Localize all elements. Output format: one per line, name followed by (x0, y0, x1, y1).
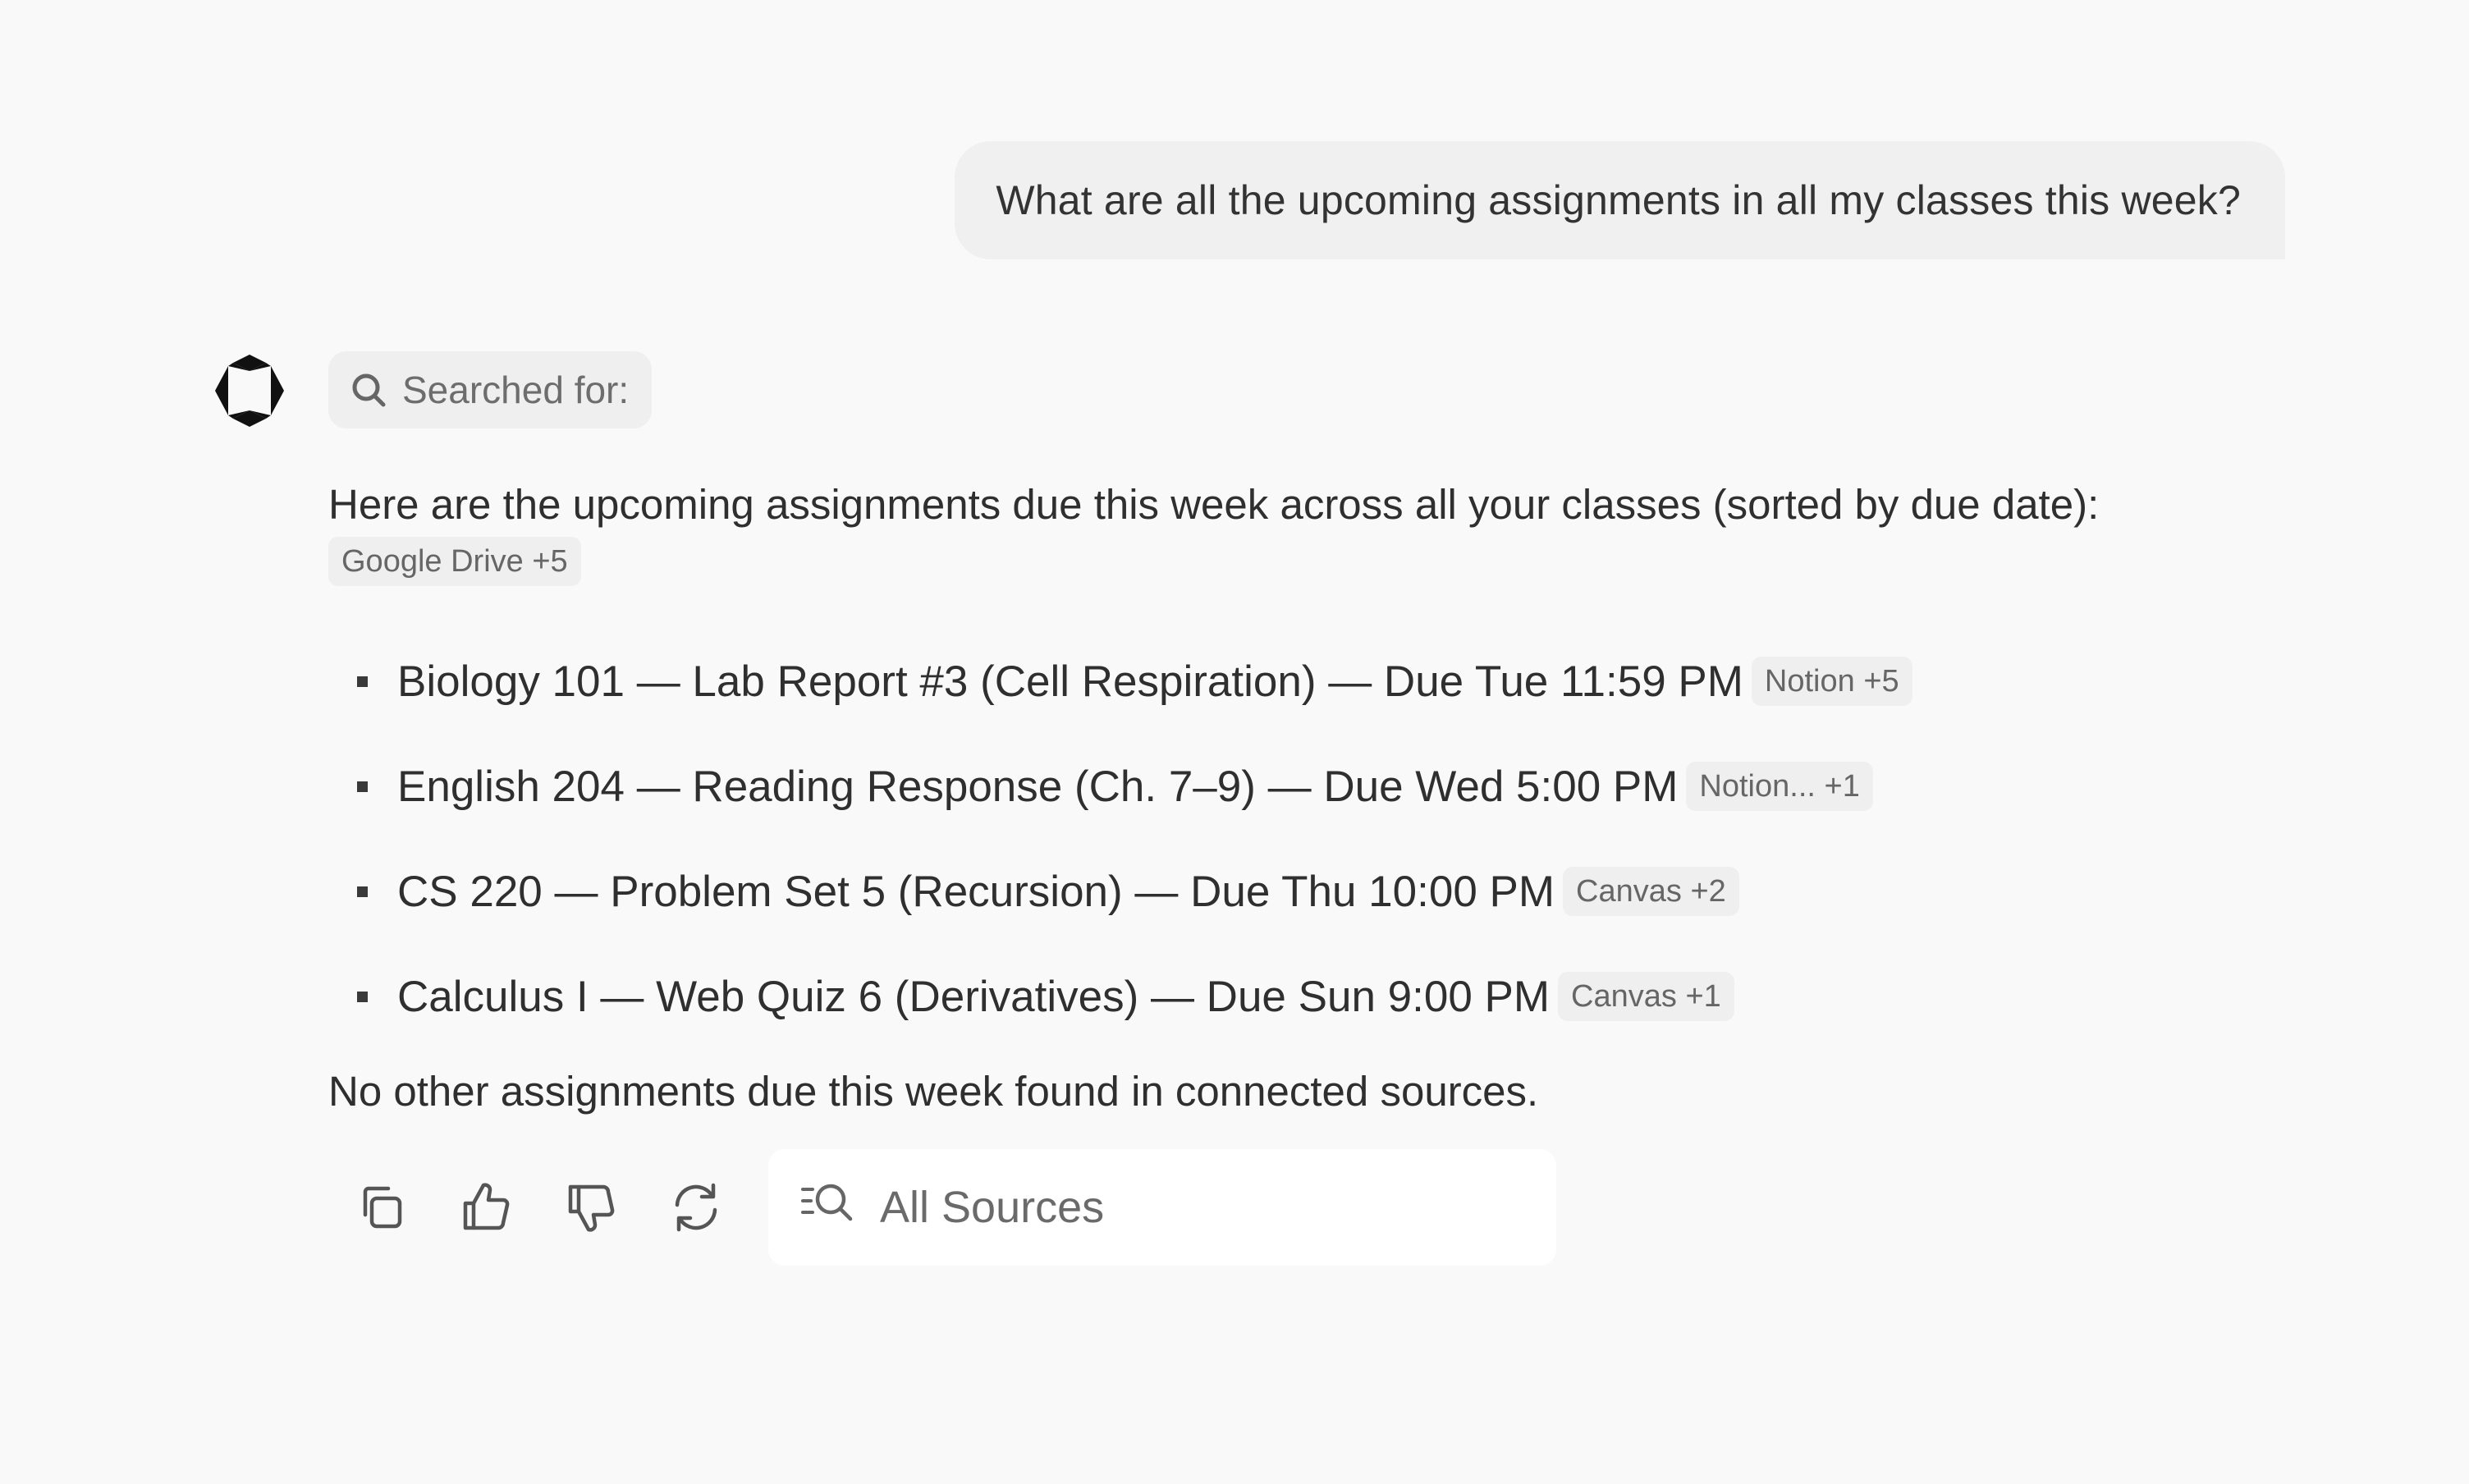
regenerate-icon (669, 1180, 723, 1234)
all-sources-label: All Sources (880, 1183, 1105, 1232)
assignment-text: English 204 — Reading Response (Ch. 7–9)… (397, 762, 1679, 811)
regenerate-button[interactable] (655, 1166, 737, 1248)
bullet (357, 676, 368, 687)
source-tag[interactable]: Canvas +1 (1558, 972, 1734, 1021)
searched-for-chip[interactable]: Searched for: (328, 351, 653, 428)
response-actions: All Sources (328, 1148, 2288, 1266)
user-message-text: What are all the upcoming assignments in… (996, 177, 2241, 223)
assistant-message: Searched for: Here are the upcoming assi… (328, 351, 2288, 1266)
assistant-logo-icon (212, 353, 287, 428)
bullet (357, 886, 368, 897)
search-icon (350, 371, 387, 409)
source-tag[interactable]: Notion +5 (1751, 657, 1912, 706)
source-tag-google-drive[interactable]: Google Drive +5 (328, 537, 581, 586)
thumbs-up-button[interactable] (445, 1166, 527, 1248)
copy-icon (354, 1180, 408, 1234)
copy-button[interactable] (340, 1166, 422, 1248)
source-tag[interactable]: Canvas +2 (1563, 867, 1739, 916)
thumbs-down-icon (564, 1180, 618, 1234)
list-item: Biology 101 — Lab Report #3 (Cell Respir… (328, 629, 2288, 734)
list-item: CS 220 — Problem Set 5 (Recursion) — Due… (328, 839, 2288, 944)
thumbs-down-button[interactable] (550, 1166, 632, 1248)
response-closing: No other assignments due this week found… (328, 1068, 1539, 1115)
source-tag[interactable]: Notion... +1 (1686, 762, 1873, 811)
bullet (357, 781, 368, 792)
user-message-bubble: What are all the upcoming assignments in… (955, 141, 2285, 259)
response-intro: Here are the upcoming assignments due th… (328, 481, 2100, 528)
assignment-text: Calculus I — Web Quiz 6 (Derivatives) — … (397, 972, 1551, 1021)
thumbs-up-icon (459, 1180, 513, 1234)
all-sources-button[interactable]: All Sources (768, 1149, 1556, 1266)
assignment-text: Biology 101 — Lab Report #3 (Cell Respir… (397, 657, 1743, 706)
assignment-text: CS 220 — Problem Set 5 (Recursion) — Due… (397, 867, 1555, 916)
searched-for-label: Searched for: (402, 369, 630, 411)
list-item: English 204 — Reading Response (Ch. 7–9)… (328, 734, 2288, 839)
list-item: Calculus I — Web Quiz 6 (Derivatives) — … (328, 944, 2288, 1049)
assignment-list: Biology 101 — Lab Report #3 (Cell Respir… (328, 629, 2288, 1049)
search-sources-icon (801, 1179, 859, 1236)
bullet (357, 991, 368, 1002)
